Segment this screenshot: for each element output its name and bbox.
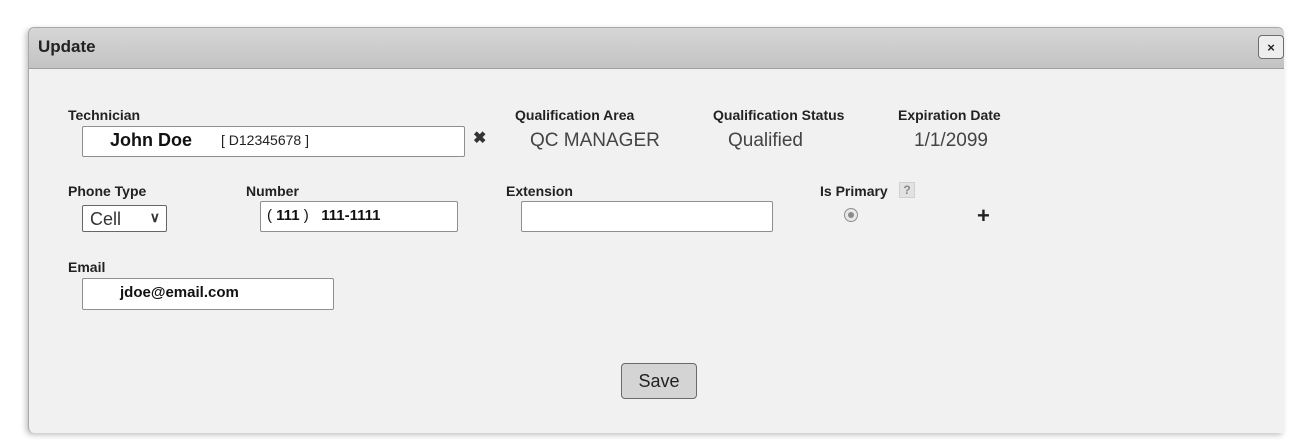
extension-field[interactable] <box>521 201 773 232</box>
qualification-status-value: Qualified <box>728 130 803 151</box>
number-label: Number <box>246 183 299 199</box>
add-phone-icon[interactable]: + <box>977 203 990 229</box>
update-dialog: Update × Technician John Doe [ D12345678… <box>28 27 1284 433</box>
expiration-date-value: 1/1/2099 <box>914 130 988 151</box>
phone-type-label: Phone Type <box>68 183 147 199</box>
technician-name: John Doe <box>110 130 193 150</box>
phone-type-select[interactable]: Cell ∨ <box>82 205 167 232</box>
dialog-titlebar: Update × <box>29 28 1284 69</box>
clear-technician-icon[interactable]: ✖ <box>473 128 486 148</box>
qualification-area-value: QC MANAGER <box>530 130 660 151</box>
is-primary-label: Is Primary <box>820 183 888 199</box>
qualification-area-label: Qualification Area <box>515 107 635 123</box>
technician-id: [ D12345678 ] <box>221 132 309 148</box>
phone-type-value: Cell <box>90 209 122 229</box>
chevron-down-icon: ∨ <box>149 209 160 225</box>
technician-label: Technician <box>68 107 141 123</box>
phone-number-field[interactable]: ( 111 ) 111-1111 <box>260 201 458 232</box>
qualification-status-label: Qualification Status <box>713 107 845 123</box>
help-icon[interactable]: ? <box>899 182 915 198</box>
extension-label: Extension <box>506 183 573 199</box>
phone-number-text: ( 111 ) 111-1111 <box>267 207 381 224</box>
email-value: jdoe@email.com <box>120 284 239 301</box>
dialog-title: Update <box>38 37 96 56</box>
expiration-date-label: Expiration Date <box>898 107 1001 123</box>
email-field[interactable]: jdoe@email.com <box>82 278 334 310</box>
close-icon[interactable]: × <box>1258 35 1284 59</box>
technician-field[interactable]: John Doe [ D12345678 ] <box>82 126 465 157</box>
save-button[interactable]: Save <box>621 363 697 399</box>
email-label: Email <box>68 259 106 275</box>
is-primary-radio[interactable] <box>844 208 858 222</box>
